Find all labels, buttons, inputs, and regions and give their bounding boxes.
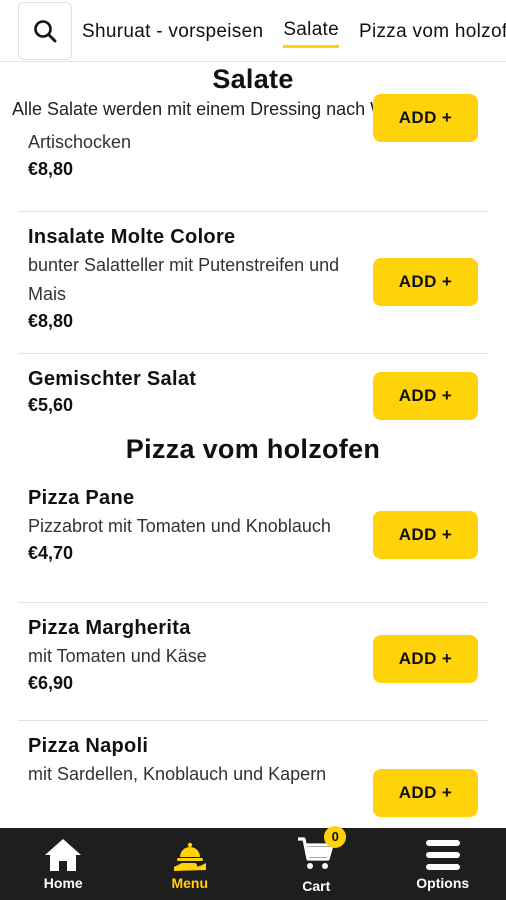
item-price: €8,80	[28, 159, 74, 179]
nav-menu[interactable]: Menu	[135, 837, 245, 891]
item-name: Pizza Pane	[28, 487, 135, 509]
home-icon	[45, 839, 82, 871]
nav-home[interactable]: Home	[8, 837, 118, 891]
menu-item: Pizza Napoli mit Sardellen, Knoblauch un…	[18, 721, 488, 828]
add-button[interactable]: ADD +	[373, 769, 478, 817]
item-name: Insalate Molte Colore	[28, 226, 236, 248]
cart-icon-wrap: 0	[296, 825, 347, 876]
menu-serving-icon	[173, 842, 206, 871]
tab-shuruat-vorspeisen[interactable]: Shuruat - vorspeisen	[82, 15, 263, 47]
tab-salate[interactable]: Salate	[283, 13, 340, 48]
item-description: Artischocken	[28, 132, 132, 152]
add-button[interactable]: ADD +	[373, 372, 478, 420]
section-title: Salate	[212, 64, 294, 94]
item-description: bunter Salatteller mit Putenstreifen und…	[28, 255, 340, 304]
category-tab-bar: Shuruat - vorspeisen Salate Pizza vom ho…	[0, 0, 506, 62]
menu-item: Pizza Margherita mit Tomaten und Käse €6…	[18, 603, 488, 721]
search-icon	[34, 19, 57, 42]
nav-label: Options	[416, 875, 470, 891]
search-button[interactable]	[18, 1, 72, 60]
add-button[interactable]: ADD +	[373, 258, 478, 306]
section-title: Pizza vom holzofen	[125, 434, 381, 464]
category-tabs: Shuruat - vorspeisen Salate Pizza vom ho…	[82, 13, 506, 48]
tab-pizza-vom-holzofen[interactable]: Pizza vom holzofen	[359, 15, 506, 47]
item-description: mit Tomaten und Käse	[28, 646, 207, 666]
add-button[interactable]: ADD +	[373, 511, 478, 559]
menu-item: ADD + Artischocken €8,80	[18, 94, 488, 212]
menu-item: Pizza Pane Pizzabrot mit Tomaten und Kno…	[18, 473, 488, 603]
section-salate: Salate Alle Salate werden mit einem Dres…	[0, 62, 506, 436]
nav-cart[interactable]: 0 Cart	[261, 825, 371, 894]
menu-item: Insalate Molte Colore bunter Salatteller…	[18, 212, 488, 354]
hamburger-icon	[425, 840, 460, 870]
nav-label: Menu	[171, 875, 209, 891]
nav-options[interactable]: Options	[388, 837, 498, 891]
item-description: Pizzabrot mit Tomaten und Knoblauch	[28, 516, 331, 536]
menu-item: Gemischter Salat €5,60 ADD +	[18, 354, 488, 436]
nav-label: Cart	[302, 877, 331, 894]
nav-label: Home	[43, 875, 83, 891]
menu-content[interactable]: Salate Alle Salate werden mit einem Dres…	[0, 62, 506, 828]
section-pizza-vom-holzofen: Pizza vom holzofen Pizza Pane Pizzabrot …	[0, 434, 506, 828]
item-description: mit Sardellen, Knoblauch und Kapern	[28, 764, 327, 784]
cart-count-badge: 0	[324, 825, 347, 848]
add-button[interactable]: ADD +	[373, 94, 478, 142]
bottom-nav: Home Menu 0 Cart Options	[0, 825, 506, 900]
item-name: Pizza Napoli	[28, 735, 149, 757]
item-price: €8,80	[28, 311, 74, 331]
add-button[interactable]: ADD +	[373, 635, 478, 683]
